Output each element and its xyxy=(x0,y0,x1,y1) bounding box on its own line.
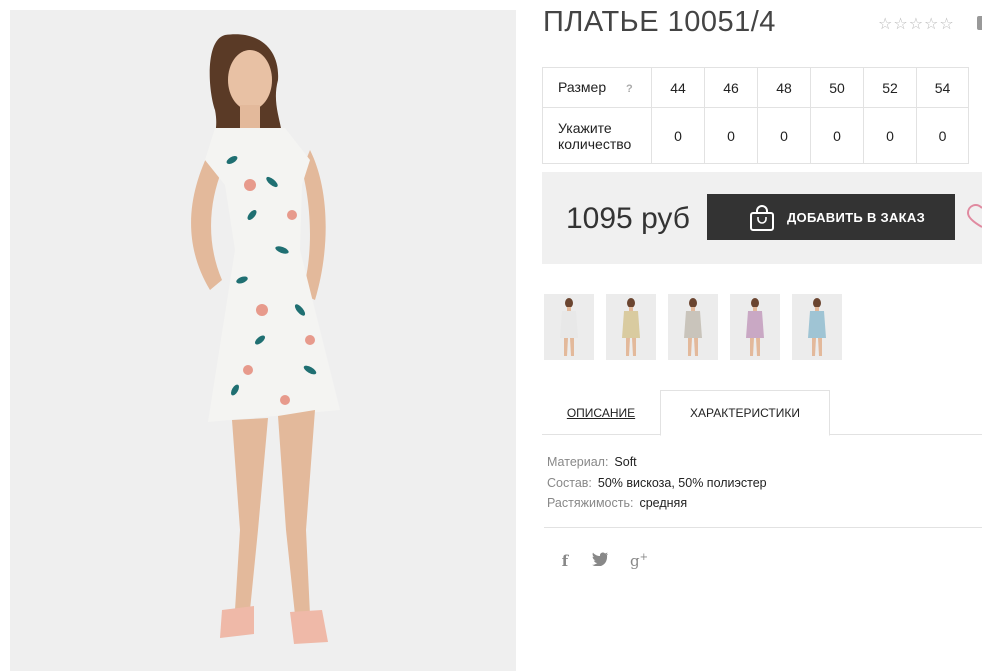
divider xyxy=(544,527,982,528)
thumbnail-1[interactable] xyxy=(544,294,594,360)
quantity-input-52[interactable]: 0 xyxy=(863,107,917,164)
size-cell-54: 54 xyxy=(916,67,969,108)
thumbnail-2[interactable] xyxy=(606,294,656,360)
size-label: Размер xyxy=(558,78,607,95)
quantity-input-44[interactable]: 0 xyxy=(651,107,705,164)
thumbnail-3[interactable] xyxy=(668,294,718,360)
google-plus-icon[interactable]: g+ xyxy=(630,552,652,570)
size-cell-48: 48 xyxy=(757,67,811,108)
quantity-label-cell: Укажите количество xyxy=(542,107,652,164)
rating-edge-marker xyxy=(977,16,982,30)
spec-key: Материал: xyxy=(547,455,609,469)
spec-row-stretch: Растяжимость: средняя xyxy=(547,493,767,514)
quantity-label-line1: Укажите xyxy=(558,119,612,136)
google-plus-sup: + xyxy=(639,552,648,563)
specs-list: Материал: Soft Состав: 50% вискоза, 50% по… xyxy=(547,452,767,514)
rating-stars[interactable]: ☆☆☆☆☆ xyxy=(878,14,955,34)
product-price: 1095 руб xyxy=(566,202,690,235)
size-cell-44: 44 xyxy=(651,67,705,108)
quantity-label-line2: количество xyxy=(558,135,632,152)
spec-value: Soft xyxy=(614,455,637,469)
shopping-bag-icon xyxy=(750,205,774,231)
product-tabs: ОПИСАНИЕ ХАРАКТЕРИСТИКИ xyxy=(542,390,982,436)
social-share: f g+ xyxy=(556,552,652,570)
size-table: Размер ? 44 46 48 50 52 54 Укажите колич… xyxy=(542,67,969,164)
heart-icon[interactable] xyxy=(966,202,982,228)
tab-description[interactable]: ОПИСАНИЕ xyxy=(542,390,660,435)
purchase-box: 1095 руб ДОБАВИТЬ В ЗАКАЗ xyxy=(542,172,982,264)
spec-key: Состав: xyxy=(547,475,592,490)
size-cell-50: 50 xyxy=(810,67,864,108)
size-row: Размер ? 44 46 48 50 52 54 xyxy=(542,67,969,108)
quantity-row: Укажите количество 0 0 0 0 0 0 xyxy=(542,107,969,164)
quantity-input-50[interactable]: 0 xyxy=(810,107,864,164)
google-plus-letter: g xyxy=(630,552,640,570)
twitter-icon[interactable] xyxy=(592,552,612,570)
thumbnail-gallery xyxy=(544,294,842,360)
quantity-input-54[interactable]: 0 xyxy=(916,107,969,164)
size-cell-46: 46 xyxy=(704,67,758,108)
help-icon[interactable]: ? xyxy=(626,83,633,95)
spec-row-material: Материал: Soft xyxy=(547,452,767,473)
product-title: ПЛАТЬЕ 10051/4 xyxy=(543,6,776,38)
add-to-order-label: ДОБАВИТЬ В ЗАКАЗ xyxy=(787,209,926,225)
thumbnail-4[interactable] xyxy=(730,294,780,360)
spec-row-composition: Состав: 50% вискоза, 50% полиэстер xyxy=(547,473,767,494)
facebook-icon[interactable]: f xyxy=(556,552,574,570)
tab-characteristics[interactable]: ХАРАКТЕРИСТИКИ xyxy=(660,390,830,436)
spec-value: средняя xyxy=(639,496,688,510)
thumbnail-5[interactable] xyxy=(792,294,842,360)
add-to-order-button[interactable]: ДОБАВИТЬ В ЗАКАЗ xyxy=(707,194,955,240)
size-cell-52: 52 xyxy=(863,67,917,108)
main-product-photo[interactable] xyxy=(10,10,516,671)
quantity-input-48[interactable]: 0 xyxy=(757,107,811,164)
spec-key: Растяжимость: xyxy=(547,496,634,510)
size-label-cell: Размер ? xyxy=(542,67,652,108)
spec-value: 50% вискоза, 50% полиэстер xyxy=(597,475,767,490)
quantity-input-46[interactable]: 0 xyxy=(704,107,758,164)
